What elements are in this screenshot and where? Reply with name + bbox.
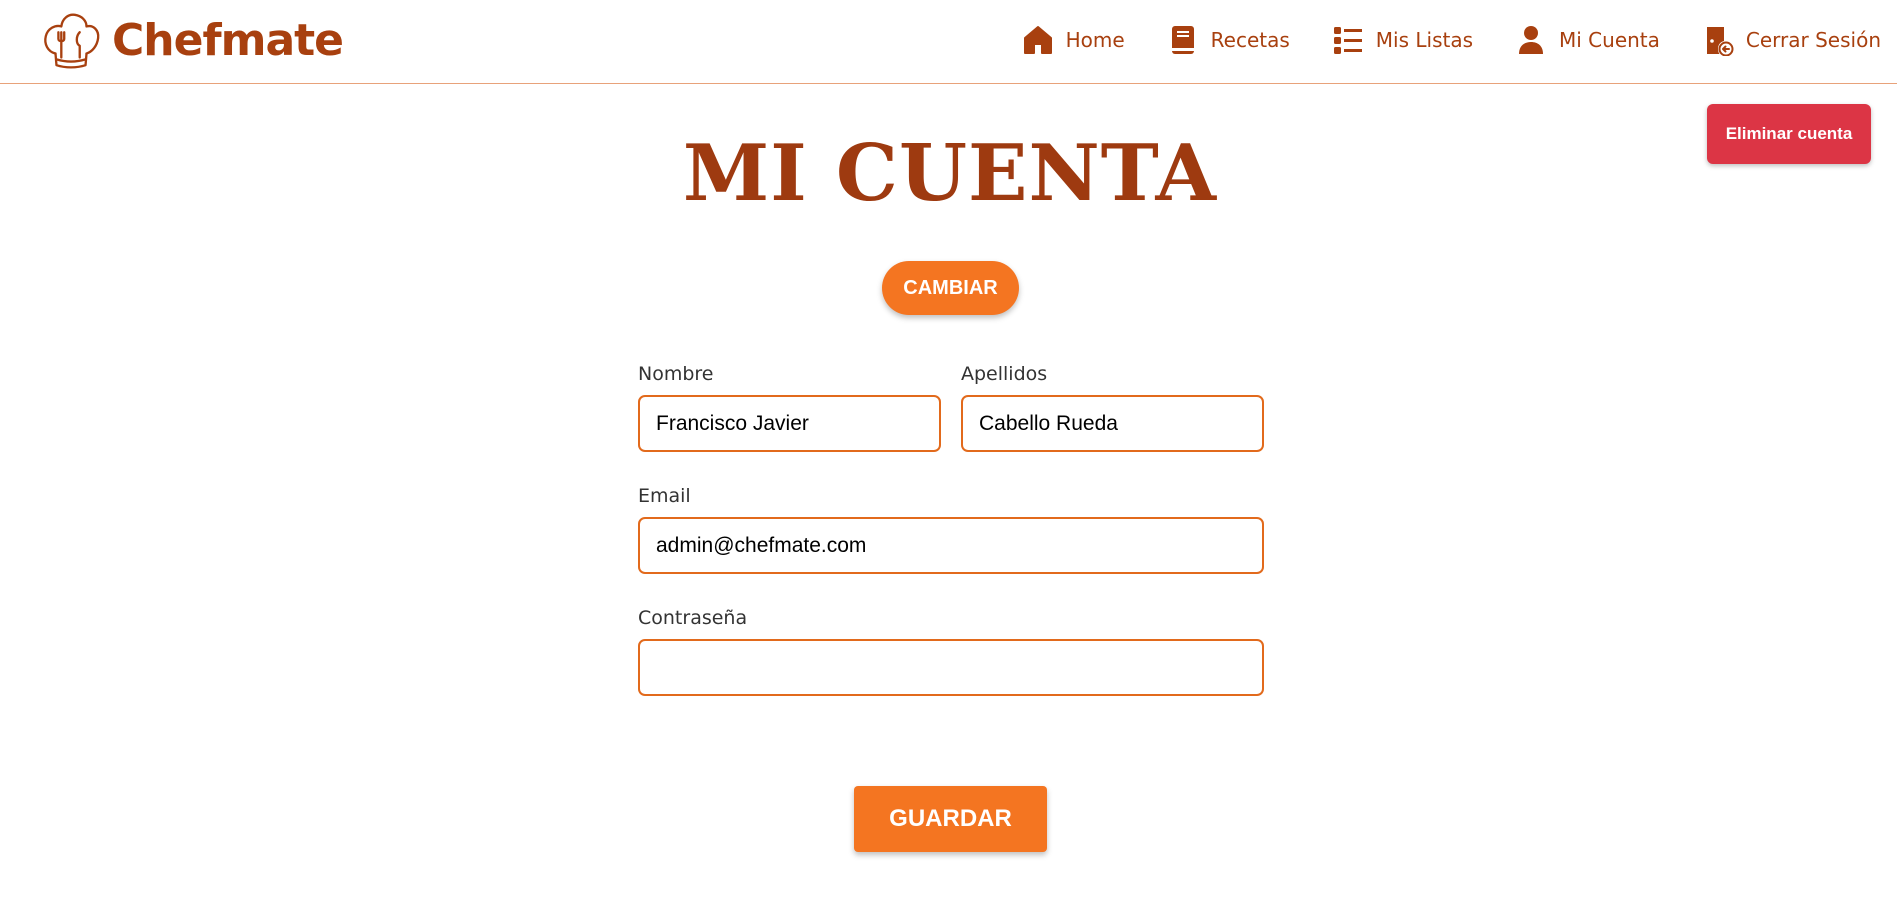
home-icon — [1022, 24, 1054, 56]
email-label: Email — [638, 485, 691, 507]
logout-icon — [1702, 24, 1734, 56]
book-icon — [1167, 24, 1199, 56]
nav-item-cerrar-sesion[interactable]: Cerrar Sesión — [1702, 24, 1881, 56]
password-label: Contraseña — [638, 607, 748, 629]
brand-link[interactable]: Chefmate — [40, 8, 344, 72]
nav-item-label: Mi Cuenta — [1559, 28, 1660, 52]
list-icon — [1332, 24, 1364, 56]
nombre-field[interactable] — [638, 395, 941, 452]
nav-item-recetas[interactable]: Recetas — [1167, 24, 1290, 56]
brand-name: Chefmate — [112, 14, 344, 66]
nav-item-mi-cuenta[interactable]: Mi Cuenta — [1515, 24, 1660, 56]
change-button[interactable]: CAMBIAR — [882, 261, 1019, 315]
top-navbar: Chefmate Home Recetas Mis Listas Mi Cuen… — [0, 0, 1897, 84]
save-button[interactable]: GUARDAR — [854, 786, 1047, 852]
nav-item-label: Cerrar Sesión — [1745, 28, 1881, 52]
chef-hat-icon — [40, 9, 102, 71]
main-nav: Home Recetas Mis Listas Mi Cuenta Cerrar… — [1022, 20, 1881, 60]
nav-item-mis-listas[interactable]: Mis Listas — [1332, 24, 1473, 56]
apellidos-field[interactable] — [961, 395, 1264, 452]
nav-item-label: Home — [1065, 28, 1125, 52]
nombre-label: Nombre — [638, 363, 714, 385]
user-icon — [1515, 24, 1547, 56]
apellidos-label: Apellidos — [961, 363, 1048, 385]
nav-item-label: Mis Listas — [1375, 28, 1474, 52]
nav-item-label: Recetas — [1210, 28, 1290, 52]
page-title: MI CUENTA — [682, 128, 1218, 219]
email-field[interactable] — [638, 517, 1264, 574]
password-field[interactable] — [638, 639, 1264, 696]
nav-item-home[interactable]: Home — [1022, 24, 1125, 56]
